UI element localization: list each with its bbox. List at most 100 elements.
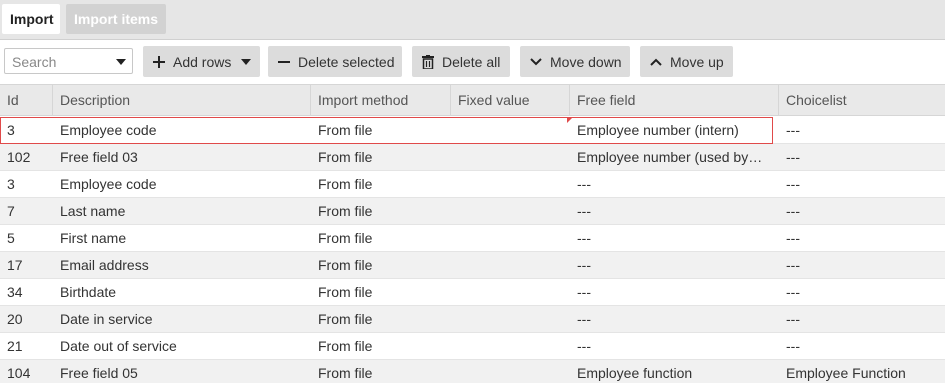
cell-id[interactable]: 17: [0, 252, 53, 278]
cell-id[interactable]: 104: [0, 360, 53, 383]
cell-import-method[interactable]: From file: [311, 225, 451, 251]
table-row[interactable]: 20 Date in service From file --- ---: [0, 306, 945, 333]
cell-free-field[interactable]: ---: [570, 198, 765, 224]
cell-fixed-value[interactable]: [451, 171, 570, 197]
column-header-description[interactable]: Description: [53, 85, 311, 116]
cell-description[interactable]: Free field 05: [53, 360, 311, 383]
cell-choicelist[interactable]: ---: [779, 117, 945, 143]
delete-selected-label: Delete selected: [298, 53, 395, 70]
cell-choicelist[interactable]: ---: [779, 306, 945, 332]
cell-free-field[interactable]: Employee number (intern): [570, 117, 765, 143]
move-down-label: Move down: [550, 53, 622, 70]
trash-icon: [422, 54, 434, 69]
cell-description[interactable]: Date in service: [53, 306, 311, 332]
cell-id[interactable]: 34: [0, 279, 53, 305]
table-row[interactable]: 104 Free field 05 From file Employee functi…: [0, 360, 945, 383]
cell-choicelist[interactable]: ---: [779, 252, 945, 278]
cell-id[interactable]: 7: [0, 198, 53, 224]
cell-fixed-value[interactable]: [451, 360, 570, 383]
cell-description[interactable]: Birthdate: [53, 279, 311, 305]
tab-bar: Import Import items: [0, 0, 945, 40]
add-rows-button[interactable]: Add rows: [143, 46, 260, 77]
chevron-down-icon: [241, 58, 252, 65]
cell-choicelist[interactable]: ---: [779, 279, 945, 305]
cell-import-method[interactable]: From file: [311, 198, 451, 224]
cell-free-field[interactable]: ---: [570, 306, 765, 332]
table-row[interactable]: 3 Employee code From file --- ---: [0, 171, 945, 198]
cell-free-field[interactable]: Employee function: [570, 360, 765, 383]
delete-selected-button[interactable]: Delete selected: [268, 46, 402, 77]
cell-free-field[interactable]: ---: [570, 279, 765, 305]
column-header-free-field[interactable]: Free field: [570, 85, 779, 116]
cell-fixed-value[interactable]: [451, 144, 570, 170]
cell-import-method[interactable]: From file: [311, 306, 451, 332]
cell-import-method[interactable]: From file: [311, 171, 451, 197]
delete-all-label: Delete all: [442, 53, 501, 70]
tab-import[interactable]: Import: [2, 4, 60, 34]
cell-id[interactable]: 21: [0, 333, 53, 359]
cell-description[interactable]: Date out of service: [53, 333, 311, 359]
cell-id[interactable]: 5: [0, 225, 53, 251]
column-header-fixed-value[interactable]: Fixed value: [451, 85, 570, 116]
cell-import-method[interactable]: From file: [311, 144, 451, 170]
cell-fixed-value[interactable]: [451, 252, 570, 278]
move-down-button[interactable]: Move down: [520, 46, 630, 77]
delete-all-button[interactable]: Delete all: [412, 46, 510, 77]
move-up-label: Move up: [670, 53, 724, 70]
minus-icon: [278, 56, 290, 68]
column-header-id[interactable]: Id: [0, 85, 53, 116]
cell-import-method[interactable]: From file: [311, 252, 451, 278]
column-header-choicelist[interactable]: Choicelist: [779, 85, 945, 116]
cell-id[interactable]: 20: [0, 306, 53, 332]
cell-fixed-value[interactable]: [451, 306, 570, 332]
cell-description[interactable]: Free field 03: [53, 144, 311, 170]
chevron-down-icon: [530, 57, 542, 65]
cell-import-method[interactable]: From file: [311, 279, 451, 305]
search-dropdown[interactable]: Search: [4, 48, 133, 74]
cell-free-field[interactable]: ---: [570, 252, 765, 278]
table-row[interactable]: 17 Email address From file --- ---: [0, 252, 945, 279]
table-row[interactable]: 3 Employee code From file Employee number (…: [0, 117, 945, 144]
toolbar: Search Add rows Delete selected Delete a…: [0, 40, 945, 82]
search-placeholder: Search: [12, 54, 57, 70]
cell-choicelist[interactable]: Employee Function: [779, 360, 945, 383]
cell-fixed-value[interactable]: [451, 333, 570, 359]
cell-id[interactable]: 3: [0, 117, 53, 143]
table-row[interactable]: 5 First name From file --- ---: [0, 225, 945, 252]
cell-import-method[interactable]: From file: [311, 117, 451, 143]
cell-choicelist[interactable]: ---: [779, 333, 945, 359]
plus-icon: [153, 55, 165, 68]
cell-import-method[interactable]: From file: [311, 333, 451, 359]
cell-description[interactable]: Email address: [53, 252, 311, 278]
cell-free-field[interactable]: ---: [570, 333, 765, 359]
chevron-down-icon[interactable]: [116, 59, 126, 65]
cell-choicelist[interactable]: ---: [779, 198, 945, 224]
tab-import-items[interactable]: Import items: [66, 4, 166, 34]
cell-import-method[interactable]: From file: [311, 360, 451, 383]
cell-choicelist[interactable]: ---: [779, 225, 945, 251]
table-row[interactable]: 102 Free field 03 From file Employee number…: [0, 144, 945, 171]
add-rows-label: Add rows: [173, 53, 232, 70]
chevron-up-icon: [650, 58, 662, 66]
cell-fixed-value[interactable]: [451, 279, 570, 305]
cell-choicelist[interactable]: ---: [779, 171, 945, 197]
cell-description[interactable]: Last name: [53, 198, 311, 224]
modified-cell-marker: [567, 117, 573, 123]
table-row[interactable]: 7 Last name From file --- ---: [0, 198, 945, 225]
cell-fixed-value[interactable]: [451, 198, 570, 224]
cell-free-field[interactable]: Employee number (used by…: [570, 144, 765, 170]
column-header-import-method[interactable]: Import method: [311, 85, 451, 116]
table-row[interactable]: 21 Date out of service From file --- ---: [0, 333, 945, 360]
cell-fixed-value[interactable]: [451, 225, 570, 251]
table-row[interactable]: 34 Birthdate From file --- ---: [0, 279, 945, 306]
cell-description[interactable]: Employee code: [53, 171, 311, 197]
cell-choicelist[interactable]: ---: [779, 144, 945, 170]
cell-fixed-value[interactable]: [451, 117, 570, 143]
cell-description[interactable]: First name: [53, 225, 311, 251]
cell-free-field[interactable]: ---: [570, 225, 765, 251]
cell-description[interactable]: Employee code: [53, 117, 311, 143]
cell-free-field[interactable]: ---: [570, 171, 765, 197]
move-up-button[interactable]: Move up: [640, 46, 733, 77]
cell-id[interactable]: 3: [0, 171, 53, 197]
cell-id[interactable]: 102: [0, 144, 53, 170]
